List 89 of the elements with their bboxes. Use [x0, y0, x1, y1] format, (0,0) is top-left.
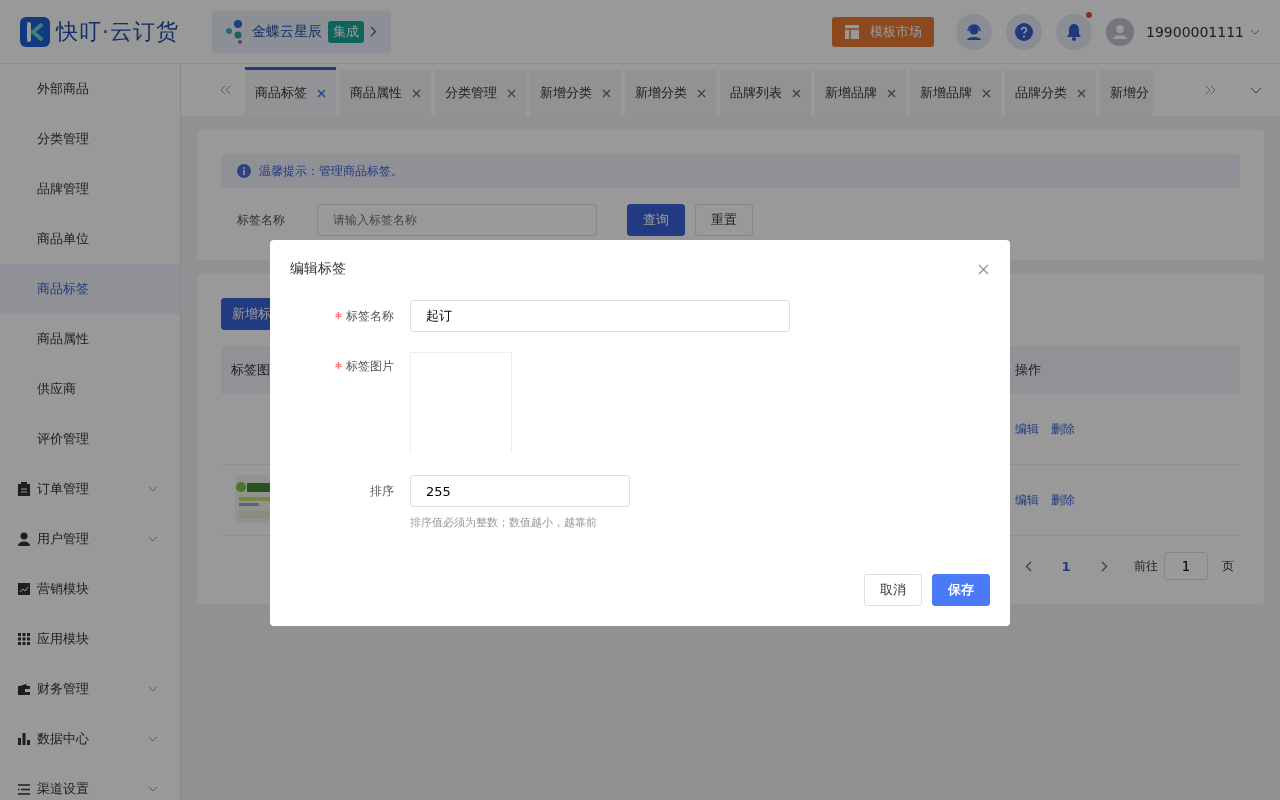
dialog-title: 编辑标签 [290, 260, 346, 278]
double-chevron-right-icon [1204, 85, 1216, 95]
field-label: 排序 [370, 483, 394, 500]
tab[interactable]: 新增分类 [625, 70, 716, 116]
sidebar-menu[interactable]: 营销模块 [0, 564, 180, 614]
field-label: 标签名称 [346, 308, 394, 325]
bar-chart-icon [18, 733, 30, 745]
sidebar-menu[interactable]: 用户管理 [0, 514, 180, 564]
close-icon[interactable] [982, 88, 991, 98]
layout-icon [844, 23, 860, 40]
sidebar-item[interactable]: 供应商 [0, 364, 180, 414]
chart-icon [18, 583, 30, 595]
tab[interactable]: 品牌列表 [720, 70, 811, 116]
notice-text: 温馨提示：管理商品标签。 [259, 162, 403, 180]
wallet-icon [18, 683, 30, 695]
close-icon[interactable] [792, 88, 801, 98]
close-button[interactable] [976, 262, 990, 276]
chevron-left-icon [1024, 560, 1032, 572]
page-suffix: 页 [1222, 557, 1234, 575]
cancel-button[interactable]: 取消 [864, 574, 922, 606]
person-icon [18, 532, 30, 546]
page-number[interactable]: 1 [1050, 552, 1082, 580]
reset-button[interactable]: 重置 [695, 204, 753, 236]
notification-button[interactable] [1056, 13, 1092, 50]
goto-label: 前往 [1134, 557, 1158, 575]
tab[interactable]: 分类管理 [435, 70, 526, 116]
close-icon[interactable] [507, 88, 516, 98]
field-label: 标签名称 [236, 211, 286, 229]
tab[interactable]: 新增品牌 [815, 70, 906, 116]
list-icon [18, 783, 30, 795]
bell-icon [1066, 22, 1082, 41]
sidebar-item[interactable]: 商品属性 [0, 314, 180, 364]
chevron-right-icon [1100, 560, 1108, 572]
column-header: 标签图 [230, 361, 271, 379]
avatar-icon [1106, 17, 1134, 46]
double-chevron-left-icon [219, 85, 231, 95]
help-button[interactable] [1006, 13, 1042, 50]
sidebar-item[interactable]: 分类管理 [0, 114, 180, 164]
sidebar-menu[interactable]: 渠道设置 [0, 764, 180, 800]
tab[interactable]: 商品属性 [340, 70, 431, 116]
add-button[interactable]: 新增标 [221, 298, 272, 330]
close-icon [977, 263, 989, 275]
sidebar-menu[interactable]: 数据中心 [0, 714, 180, 764]
field-hint: 排序值必须为整数；数值越小，越靠前 [410, 515, 598, 530]
clipboard-icon [18, 482, 30, 496]
input-field[interactable]: 起订 [410, 300, 790, 332]
chevron-down-icon[interactable] [1250, 86, 1262, 94]
sidebar-menu[interactable]: 财务管理 [0, 664, 180, 714]
help-icon [1015, 22, 1033, 41]
sidebar-item[interactable]: 外部商品 [0, 64, 180, 114]
tab[interactable]: 新增分类 [530, 70, 621, 116]
save-button[interactable]: 保存 [932, 574, 990, 606]
sidebar-menu[interactable]: 应用模块 [0, 614, 180, 664]
input-field[interactable]: 255 [410, 475, 630, 507]
tab[interactable]: 品牌分类 [1005, 70, 1096, 116]
logo-icon [20, 16, 50, 47]
search-button[interactable]: 查询 [627, 204, 685, 236]
user-menu[interactable]: 19900001111 [1146, 23, 1260, 40]
close-icon[interactable] [602, 88, 611, 98]
sidebar-item[interactable]: 评价管理 [0, 414, 180, 464]
info-icon [237, 164, 251, 178]
action-link[interactable]: 删除 [1051, 420, 1075, 438]
action-link[interactable]: 删除 [1051, 491, 1075, 509]
close-icon[interactable] [697, 88, 706, 98]
integration-badge: 集成 [328, 20, 364, 43]
close-icon[interactable] [412, 88, 421, 98]
chevron-right-icon [370, 26, 377, 37]
headset-icon [965, 22, 983, 41]
sidebar-menu[interactable]: 订单管理 [0, 464, 180, 514]
tab[interactable]: 新增分 [1100, 70, 1153, 116]
sidebar-item[interactable]: 商品标签 [0, 264, 180, 314]
close-icon[interactable] [1077, 88, 1086, 98]
tab[interactable]: 新增品牌 [910, 70, 1001, 116]
page-input[interactable]: 1 [1164, 552, 1208, 580]
action-link[interactable]: 编辑 [1015, 491, 1039, 509]
sidebar-item[interactable]: 商品单位 [0, 214, 180, 264]
logo-text: 快叮·云订货 [56, 17, 179, 46]
grid-icon [18, 633, 30, 645]
field-label: 标签图片 [346, 358, 394, 375]
close-icon[interactable] [317, 88, 326, 98]
action-link[interactable]: 编辑 [1015, 420, 1039, 438]
sidebar-item[interactable]: 品牌管理 [0, 164, 180, 214]
search-field[interactable]: 请输入标签名称 [317, 204, 597, 236]
support-button[interactable] [956, 13, 992, 50]
integration-button[interactable]: 金蝶云星辰 集成 [212, 10, 391, 53]
close-icon[interactable] [887, 88, 896, 98]
column-header: 操作 [1015, 361, 1042, 379]
chevron-down-icon [1250, 28, 1260, 35]
tab[interactable]: 商品标签 [245, 67, 336, 116]
